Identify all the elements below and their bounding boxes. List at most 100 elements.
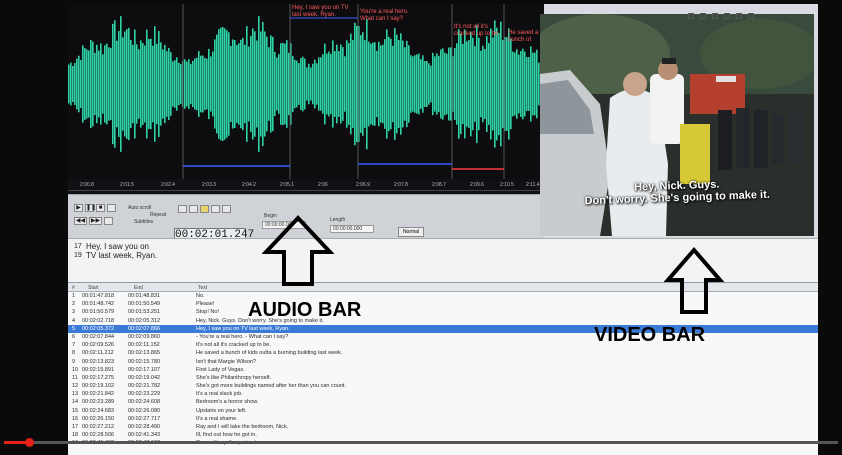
waveform-sample xyxy=(404,47,406,121)
cell-end: 00:02:41.343 xyxy=(128,432,161,439)
audio-bar-label: AUDIO BAR xyxy=(248,299,362,321)
pause-button[interactable]: ❚❚ xyxy=(85,204,96,212)
waveform-sample xyxy=(372,42,374,126)
waveform-sample xyxy=(476,24,478,144)
table-row[interactable]: 7 00:02:09.526 00:02:11.152 It's not all it… xyxy=(68,341,818,349)
table-row[interactable]: 15 00:02:24.683 00:02:26.080 Upstairs on yo… xyxy=(68,407,818,415)
stop-button[interactable]: ■ xyxy=(96,204,105,212)
play-next-button[interactable] xyxy=(107,204,116,212)
video-progress-scrubber[interactable] xyxy=(25,438,35,447)
header-end[interactable]: End xyxy=(134,285,143,291)
waveform-sample xyxy=(322,54,324,114)
waveform-sample xyxy=(430,65,432,103)
toolbar-icon[interactable] xyxy=(712,13,718,19)
toolbar-icon[interactable] xyxy=(700,13,706,19)
timeline-tick: 2:08.7 xyxy=(432,182,446,188)
waveform-sample xyxy=(88,50,90,118)
waveform-subtitle-label: Hey, I saw you on TV last week, Ryan. xyxy=(292,5,349,18)
normal-speed-button[interactable]: Normal xyxy=(398,227,424,237)
waveform-sample xyxy=(82,45,84,123)
waveform-sample xyxy=(274,51,276,117)
table-row[interactable]: 12 00:02:19.102 00:02:21.782 She's got more… xyxy=(68,382,818,390)
cell-start: 00:02:13.823 xyxy=(82,358,115,365)
waveform-sample xyxy=(342,47,344,121)
table-row[interactable]: 5 00:02:05.372 00:02:07.866 Hey, I saw you … xyxy=(68,324,818,333)
step-button[interactable] xyxy=(104,217,113,225)
header-text[interactable]: Text xyxy=(198,285,207,291)
editor-line[interactable]: TV last week, Ryan. xyxy=(86,251,157,260)
waveform-sample xyxy=(386,29,388,139)
cell-text: Please! xyxy=(196,301,215,308)
timeline-tick: 2:10.5 xyxy=(500,182,514,188)
length-field[interactable]: 00:00:00.000 xyxy=(330,225,374,233)
cell-text: It's a real slack job. xyxy=(196,391,243,398)
video-preview-panel[interactable]: Hey, Nick. Guys. Don't worry. She's goin… xyxy=(540,14,814,236)
cell-start: 00:02:09.526 xyxy=(82,342,115,349)
waveform-sample xyxy=(494,20,496,148)
table-row[interactable]: 18 00:02:28.506 00:02:41.343 Ill, find out … xyxy=(68,431,818,439)
waveform-sample xyxy=(396,34,398,134)
header-num[interactable]: # xyxy=(72,285,75,291)
waveform-sample xyxy=(166,51,168,117)
waveform-sample xyxy=(306,67,308,101)
waveform-sample xyxy=(534,52,536,116)
marker-icon[interactable] xyxy=(211,205,220,213)
waveform-sample xyxy=(506,37,508,131)
audio-waveform-panel[interactable]: Hey, I saw you on TV last week, Ryan. Yo… xyxy=(68,4,544,222)
timeline-tick: 2:03.3 xyxy=(202,182,216,188)
waveform-sample xyxy=(456,43,458,125)
rewind-button[interactable]: ◀◀ xyxy=(74,217,87,225)
cell-num: 14 xyxy=(72,399,79,406)
zoom-in-icon[interactable] xyxy=(178,205,187,213)
snap-icon[interactable] xyxy=(222,205,231,213)
waveform-sample xyxy=(236,45,238,123)
cell-start: 00:02:27.212 xyxy=(82,424,115,430)
zoom-out-icon[interactable] xyxy=(189,205,198,213)
table-row[interactable]: 8 00:02:11.212 00:02:13.865 He saved a bunc… xyxy=(68,349,818,357)
waveform-sample xyxy=(280,43,282,125)
waveform-sample xyxy=(324,43,326,125)
timeline-tick: 2:06.9 xyxy=(356,182,370,188)
waveform-sample xyxy=(310,67,312,101)
waveform-sample xyxy=(188,59,190,109)
table-row[interactable]: 17 00:02:27.212 00:02:28.490 Ray and I will… xyxy=(68,423,818,431)
cell-text: Upstairs on your left. xyxy=(196,407,247,414)
waveform-sample xyxy=(536,49,538,119)
waveform-sample xyxy=(260,31,262,137)
waveform-sample xyxy=(132,44,134,124)
waveform-sample xyxy=(438,55,440,113)
table-row[interactable]: 4 00:02:02.718 00:02:05.312 Hey, Nick. Guys… xyxy=(68,317,818,325)
waveform-sample xyxy=(118,30,120,138)
table-row[interactable]: 10 00:02:15.891 00:02:17.107 First Lady of … xyxy=(68,366,818,374)
fast-forward-button[interactable]: ▶▶ xyxy=(89,217,102,225)
waveform-sample xyxy=(294,59,296,109)
table-row[interactable]: 11 00:02:17.275 00:02:19.042 She's like Phi… xyxy=(68,374,818,382)
table-row[interactable]: 6 00:02:07.844 00:02:09.860 - You're a real… xyxy=(68,333,818,341)
waveform-sample xyxy=(382,44,384,124)
waveform-sample xyxy=(482,45,484,123)
waveform-sample xyxy=(532,52,534,116)
cell-end: 00:02:19.042 xyxy=(128,374,161,381)
lock-icon[interactable] xyxy=(200,205,209,213)
table-row[interactable]: 14 00:02:23.289 00:02:24.608 Bedroom's a ho… xyxy=(68,398,818,406)
toolbar-icon[interactable] xyxy=(688,13,694,19)
cell-start: 00:01:50.579 xyxy=(82,309,115,316)
waveform-subtitle-label: He saved a bunch of xyxy=(508,30,539,43)
toolbar-icon[interactable] xyxy=(736,13,742,19)
editor-line[interactable]: Hey, I saw you on xyxy=(86,242,149,251)
table-row[interactable]: 16 00:02:26.150 00:02:27.717 It's a real sh… xyxy=(68,415,818,423)
table-row[interactable]: 13 00:02:21.842 00:02:23.229 It's a real sl… xyxy=(68,390,818,398)
waveform-sample xyxy=(338,51,340,117)
table-row[interactable]: 9 00:02:13.823 00:02:15.780 Isn't that Marg… xyxy=(68,358,818,366)
video-progress-bar[interactable] xyxy=(4,438,838,447)
waveform-sample xyxy=(440,49,442,119)
waveform-sample xyxy=(110,47,112,121)
toolbar-icon[interactable] xyxy=(724,13,730,19)
waveform-sample xyxy=(246,26,248,142)
play-button[interactable]: ▶ xyxy=(74,204,83,212)
header-start[interactable]: Start xyxy=(88,285,99,291)
waveform-sample xyxy=(384,39,386,129)
waveform-sample xyxy=(530,46,532,122)
cell-start: 00:02:24.683 xyxy=(82,407,115,414)
toolbar-icon[interactable] xyxy=(748,13,754,19)
